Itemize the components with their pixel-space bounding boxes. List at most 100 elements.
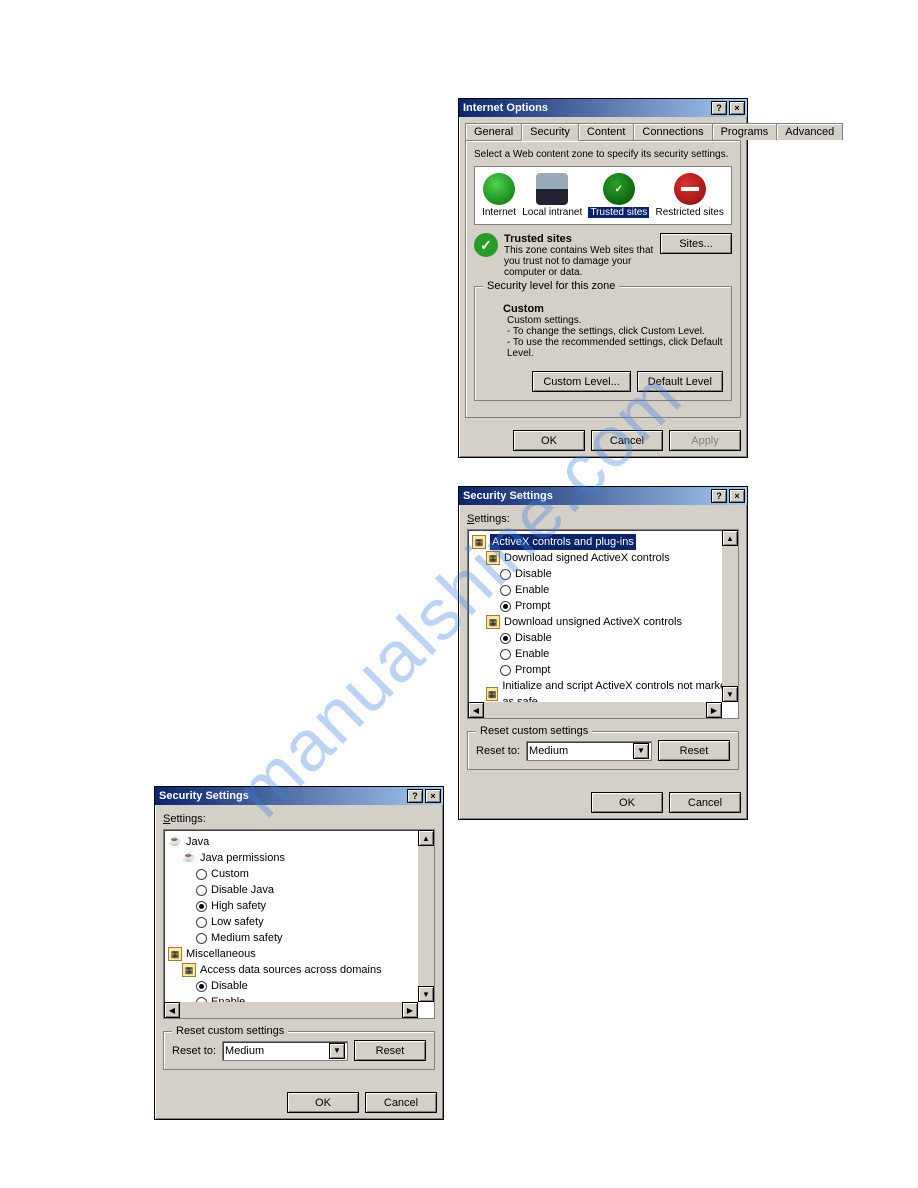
tab-programs[interactable]: Programs	[712, 123, 778, 140]
zone-name: Trusted sites	[504, 233, 572, 245]
zone-status-icon: ✓	[474, 233, 498, 257]
scroll-up-icon[interactable]: ▲	[722, 530, 738, 546]
radio-option[interactable]: Prompt	[500, 662, 734, 678]
scroll-down-icon[interactable]: ▼	[722, 686, 738, 702]
tab-security[interactable]: Security	[521, 123, 579, 141]
security-settings-activex-dialog: Security Settings ? × Settings: ▦ Active…	[458, 486, 748, 820]
setting-icon: ▦	[486, 687, 498, 701]
setting-icon: ▦	[182, 963, 196, 977]
security-settings-java-dialog: Security Settings ? × Settings: ☕ Java ☕…	[154, 786, 444, 1120]
tab-connections[interactable]: Connections	[633, 123, 712, 140]
scroll-right-icon[interactable]: ▶	[706, 702, 722, 718]
radio-icon	[196, 933, 207, 944]
radio-option[interactable]: Disable Java	[196, 882, 430, 898]
radio-option[interactable]: Low safety	[196, 914, 430, 930]
cancel-button[interactable]: Cancel	[669, 792, 741, 813]
ok-button[interactable]: OK	[287, 1092, 359, 1113]
radio-icon	[500, 569, 511, 580]
tab-advanced[interactable]: Advanced	[776, 123, 843, 140]
radio-option[interactable]: Custom	[196, 866, 430, 882]
close-button[interactable]: ×	[729, 101, 745, 115]
radio-option[interactable]: Enable	[500, 582, 734, 598]
settings-label: Settings:	[163, 813, 435, 825]
radio-icon	[196, 869, 207, 880]
scroll-left-icon[interactable]: ◀	[468, 702, 484, 718]
radio-option[interactable]: High safety	[196, 898, 430, 914]
radio-icon	[500, 649, 511, 660]
radio-option[interactable]: Disable	[500, 630, 734, 646]
tree-setting-download-unsigned: ▦ Download unsigned ActiveX controls	[486, 614, 734, 630]
reset-button[interactable]: Reset	[354, 1040, 426, 1061]
vertical-scrollbar[interactable]: ▲ ▼	[418, 830, 434, 1002]
radio-option[interactable]: Disable	[500, 566, 734, 582]
reset-group: Reset custom settings Reset to: Medium ▼…	[163, 1031, 435, 1070]
close-button[interactable]: ×	[425, 789, 441, 803]
custom-line-3: - To use the recommended settings, click…	[507, 337, 723, 359]
horizontal-scrollbar[interactable]: ◀ ▶	[164, 1002, 418, 1018]
radio-icon	[196, 885, 207, 896]
ok-button[interactable]: OK	[591, 792, 663, 813]
apply-button[interactable]: Apply	[669, 430, 741, 451]
zone-internet[interactable]: Internet	[482, 173, 516, 218]
check-circle-icon: ✓	[603, 173, 635, 205]
close-button[interactable]: ×	[729, 489, 745, 503]
reset-to-value: Medium	[529, 745, 568, 757]
radio-option[interactable]: Enable	[500, 646, 734, 662]
settings-tree[interactable]: ☕ Java ☕ Java permissions Custom Disable…	[163, 829, 435, 1019]
tab-strip: General Security Content Connections Pro…	[459, 117, 747, 140]
globe-icon	[483, 173, 515, 205]
setting-label: Download signed ActiveX controls	[504, 550, 670, 566]
horizontal-scrollbar[interactable]: ◀ ▶	[468, 702, 722, 718]
no-entry-icon	[674, 173, 706, 205]
zone-description-text: This zone contains Web sites that you tr…	[504, 245, 653, 278]
tab-content[interactable]: Content	[578, 123, 635, 140]
default-level-button[interactable]: Default Level	[637, 371, 723, 392]
scroll-right-icon[interactable]: ▶	[402, 1002, 418, 1018]
scroll-left-icon[interactable]: ◀	[164, 1002, 180, 1018]
category-icon: ▦	[168, 947, 182, 961]
tab-general[interactable]: General	[465, 123, 522, 140]
radio-icon	[500, 601, 511, 612]
zone-trusted-sites[interactable]: ✓ Trusted sites	[588, 173, 649, 218]
setting-icon: ▦	[486, 551, 500, 565]
scroll-up-icon[interactable]: ▲	[418, 830, 434, 846]
reset-group: Reset custom settings Reset to: Medium ▼…	[467, 731, 739, 770]
reset-to-select[interactable]: Medium ▼	[526, 741, 652, 761]
reset-to-select[interactable]: Medium ▼	[222, 1041, 348, 1061]
tree-setting-download-signed: ▦ Download signed ActiveX controls	[486, 550, 734, 566]
help-button[interactable]: ?	[407, 789, 423, 803]
chevron-down-icon: ▼	[329, 1043, 345, 1059]
setting-icon: ▦	[486, 615, 500, 629]
scroll-down-icon[interactable]: ▼	[418, 986, 434, 1002]
security-level-group: Security level for this zone Custom Cust…	[474, 286, 732, 401]
radio-icon	[500, 633, 511, 644]
radio-option[interactable]: Medium safety	[196, 930, 430, 946]
category-label: Miscellaneous	[186, 946, 256, 962]
setting-label: Access data sources across domains	[200, 962, 382, 978]
help-button[interactable]: ?	[711, 101, 727, 115]
zone-local-intranet[interactable]: Local intranet	[522, 173, 582, 218]
titlebar: Security Settings ? ×	[155, 787, 443, 805]
sites-button[interactable]: Sites...	[660, 233, 732, 254]
zone-instruction: Select a Web content zone to specify its…	[474, 149, 732, 160]
dialog-title: Internet Options	[463, 102, 709, 114]
reset-button[interactable]: Reset	[658, 740, 730, 761]
category-icon: ▦	[472, 535, 486, 549]
cancel-button[interactable]: Cancel	[591, 430, 663, 451]
radio-option[interactable]: Disable	[196, 978, 430, 994]
vertical-scrollbar[interactable]: ▲ ▼	[722, 530, 738, 702]
help-button[interactable]: ?	[711, 489, 727, 503]
radio-option[interactable]: Prompt	[500, 598, 734, 614]
setting-label: Download unsigned ActiveX controls	[504, 614, 682, 630]
security-panel: Select a Web content zone to specify its…	[465, 140, 741, 418]
category-label: ActiveX controls and plug-ins	[490, 534, 636, 550]
settings-tree[interactable]: ▦ ActiveX controls and plug-ins ▦ Downlo…	[467, 529, 739, 719]
cancel-button[interactable]: Cancel	[365, 1092, 437, 1113]
radio-icon	[196, 917, 207, 928]
zone-restricted-sites[interactable]: Restricted sites	[656, 173, 724, 218]
ok-button[interactable]: OK	[513, 430, 585, 451]
custom-level-button[interactable]: Custom Level...	[532, 371, 630, 392]
computer-icon	[536, 173, 568, 205]
radio-icon	[196, 981, 207, 992]
settings-label: Settings:	[467, 513, 739, 525]
